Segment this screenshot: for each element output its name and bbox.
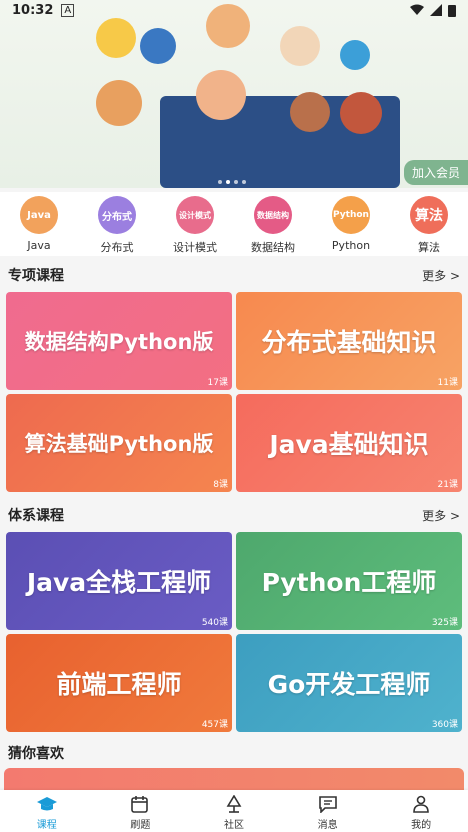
course-title: Python工程师: [261, 568, 437, 597]
course-card[interactable]: 算法基础Python版 8课: [6, 394, 232, 492]
section-title: 猜你喜欢: [8, 746, 64, 762]
more-link[interactable]: 更多 >: [422, 267, 460, 284]
course-title: 前端工程师: [56, 670, 182, 699]
tab-label: 社区: [223, 820, 244, 831]
tab-community[interactable]: 社区: [194, 790, 274, 832]
course-count: 325课: [431, 618, 458, 628]
course-count: 360课: [431, 720, 458, 730]
special-section-header: 专项课程 更多 >: [0, 264, 468, 286]
person-icon: [412, 794, 430, 814]
course-title: 数据结构Python版: [24, 330, 214, 354]
category-design-patterns[interactable]: 设计模式 设计模式: [160, 192, 230, 256]
graduation-cap-icon: [36, 794, 58, 814]
special-course-grid: 数据结构Python版 17课 分布式基础知识 11课 算法基础Python版 …: [6, 292, 462, 492]
course-count: 21课: [437, 480, 458, 490]
course-title: Java全栈工程师: [26, 568, 212, 597]
tab-label: 消息: [317, 820, 338, 831]
course-count: 457课: [201, 720, 228, 730]
calendar-edit-icon: [131, 794, 149, 814]
tab-practice[interactable]: 刷题: [100, 790, 180, 832]
category-icon: Python: [332, 196, 370, 234]
carousel-indicator: [218, 180, 246, 184]
avatar: [280, 26, 320, 66]
avatar: [340, 92, 382, 134]
avatar: [290, 92, 330, 132]
section-title: 专项课程: [8, 268, 64, 284]
join-member-button[interactable]: 加入会员: [403, 160, 468, 185]
category-icon: Java: [20, 196, 58, 234]
wifi-icon: [410, 4, 424, 15]
message-icon: [318, 794, 337, 814]
more-link[interactable]: 更多 >: [422, 507, 460, 524]
status-bar: 10:32 A: [0, 0, 468, 20]
system-course-grid: Java全栈工程师 540课 Python工程师 325课 前端工程师 457课…: [6, 532, 462, 732]
course-card[interactable]: 前端工程师 457课: [6, 634, 232, 732]
tab-courses[interactable]: 课程: [7, 790, 87, 832]
course-count: 11课: [437, 378, 458, 388]
category-java[interactable]: Java Java: [4, 192, 74, 256]
category-label: 设计模式: [173, 241, 217, 254]
category-icon: 算法: [410, 196, 448, 234]
category-distributed[interactable]: 分布式 分布式: [82, 192, 152, 256]
tree-icon: [225, 794, 243, 814]
category-python[interactable]: Python Python: [316, 192, 386, 256]
notification-icon: A: [61, 3, 75, 17]
avatar: [196, 70, 246, 120]
bottom-tab-bar: 课程 刷题 社区 消息 我的: [0, 790, 468, 832]
course-title: Java基础知识: [269, 430, 429, 459]
course-card[interactable]: Java全栈工程师 540课: [6, 532, 232, 630]
category-label: 算法: [418, 241, 440, 254]
course-card[interactable]: 分布式基础知识 11课: [236, 292, 462, 390]
status-time: 10:32: [12, 2, 54, 18]
tab-messages[interactable]: 消息: [288, 790, 368, 832]
section-title: 体系课程: [8, 508, 64, 524]
category-label: Java: [27, 239, 51, 252]
system-section-header: 体系课程 更多 >: [0, 504, 468, 526]
category-label: 数据结构: [251, 241, 295, 254]
avatar: [96, 80, 142, 126]
course-title: 算法基础Python版: [24, 432, 214, 456]
category-row: Java Java 分布式 分布式 设计模式 设计模式 数据结构 数据结构 Py…: [0, 192, 468, 256]
category-data-structures[interactable]: 数据结构 数据结构: [238, 192, 308, 256]
category-label: Python: [331, 239, 371, 252]
lightbulb-icon: [96, 18, 136, 58]
category-label: 分布式: [100, 241, 134, 254]
tab-label: 课程: [36, 820, 57, 831]
tab-label: 我的: [411, 820, 432, 831]
category-algorithms[interactable]: 算法 算法: [394, 192, 464, 256]
category-icon: 设计模式: [176, 196, 214, 234]
course-title: 分布式基础知识: [261, 328, 437, 357]
course-card[interactable]: 数据结构Python版 17课: [6, 292, 232, 390]
course-count: 540课: [201, 618, 228, 628]
globe-icon: [340, 40, 370, 70]
course-card[interactable]: Go开发工程师 360课: [236, 634, 462, 732]
battery-icon: [448, 4, 456, 17]
category-icon: 数据结构: [254, 196, 292, 234]
guess-section-header: 猜你喜欢: [0, 742, 468, 764]
avatar: [140, 28, 176, 64]
course-count: 17课: [207, 378, 228, 388]
tab-profile[interactable]: 我的: [381, 790, 461, 832]
signal-icon: [430, 4, 442, 16]
course-title: Go开发工程师: [267, 670, 431, 699]
promo-banner[interactable]: 加入会员: [0, 0, 468, 188]
category-icon: 分布式: [98, 196, 136, 234]
course-count: 8课: [213, 480, 228, 490]
tab-label: 刷题: [130, 820, 151, 831]
course-card[interactable]: Python工程师 325课: [236, 532, 462, 630]
course-card[interactable]: Java基础知识 21课: [236, 394, 462, 492]
